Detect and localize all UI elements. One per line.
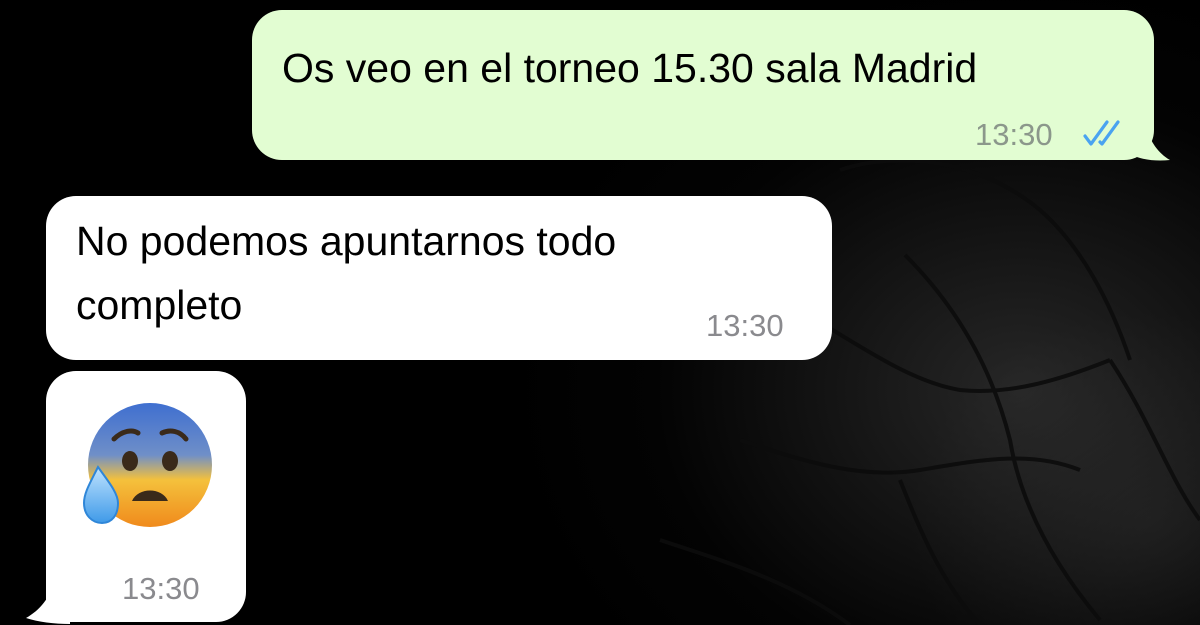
- double-check-read-icon: [1083, 120, 1120, 146]
- message-text-line-2: completo: [76, 282, 243, 328]
- message-time: 13:30: [122, 571, 200, 606]
- anxious-face-with-sweat-icon: [82, 403, 212, 527]
- incoming-emoji-bubble[interactable]: 13:30: [46, 371, 246, 622]
- outgoing-bubble-tail: [1120, 118, 1170, 161]
- message-time: 13:30: [706, 308, 784, 343]
- incoming-bubble-tail: [26, 578, 70, 624]
- message-time: 13:30: [975, 117, 1053, 152]
- message-text: Os veo en el torneo 15.30 sala Madrid: [282, 45, 978, 91]
- incoming-message-bubble[interactable]: No podemos apuntarnos todo completo 13:3…: [46, 196, 832, 360]
- outgoing-message-bubble[interactable]: Os veo en el torneo 15.30 sala Madrid 13…: [252, 10, 1154, 160]
- message-text-line-1: No podemos apuntarnos todo: [76, 218, 617, 264]
